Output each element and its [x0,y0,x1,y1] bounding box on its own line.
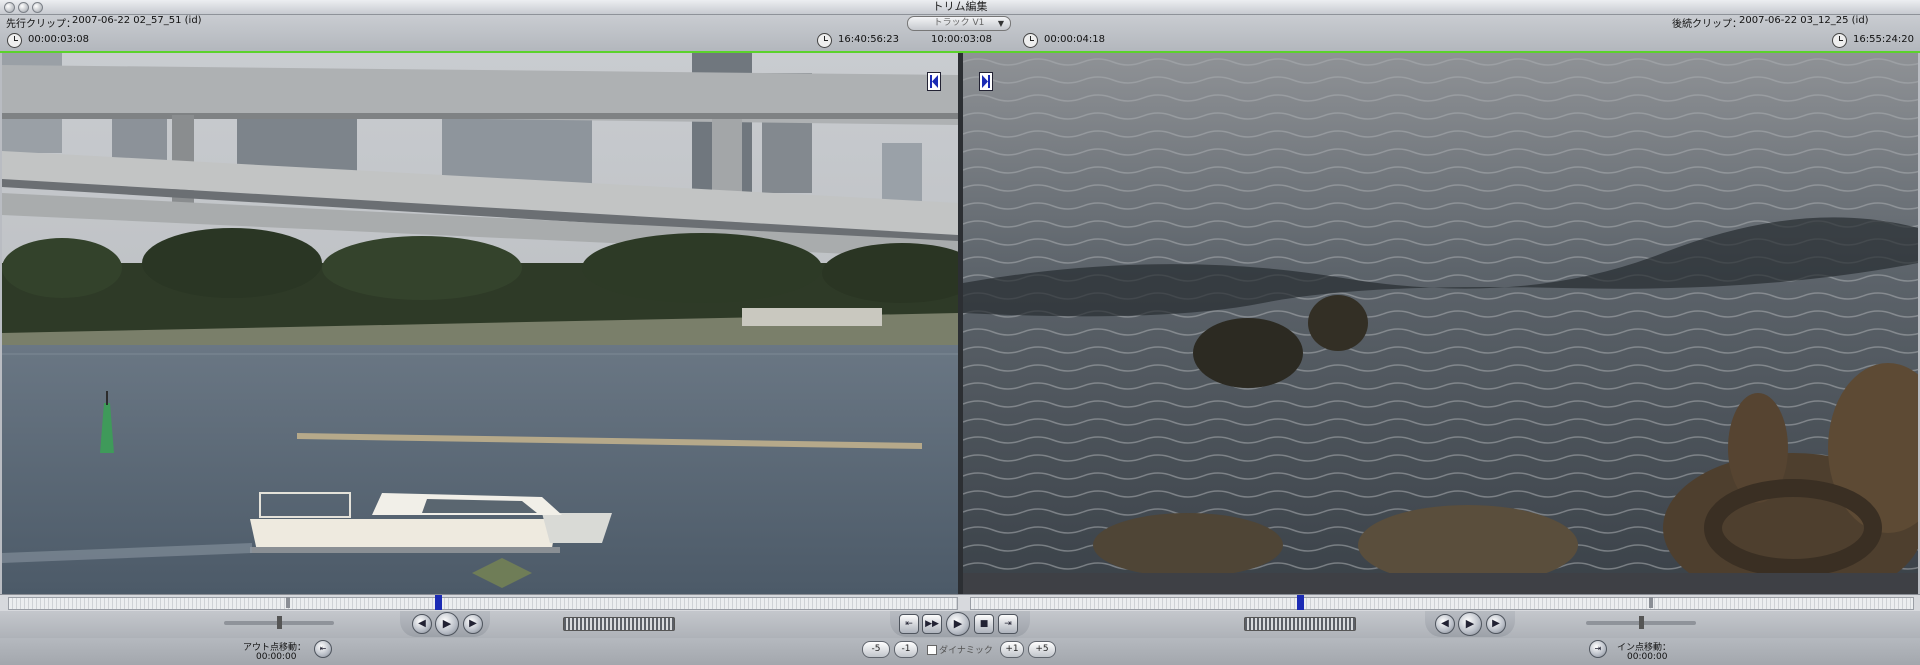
outgoing-duration: 00:00:03:08 [28,34,90,45]
sequence-timecode: 10:00:03:08 [931,34,993,45]
outgoing-scrubber[interactable] [8,597,958,610]
duration-clock-icon [7,33,22,48]
in-point-shift-value: 00:00:00 [1627,652,1668,662]
timecode-clock-icon [817,33,832,48]
play-around-edit-loop-button[interactable]: ▶ [946,612,970,636]
chevron-down-icon: ▼ [997,19,1004,28]
incoming-play-button[interactable]: ▶ [1458,612,1482,636]
out-point-shift-value: 00:00:00 [256,652,297,662]
outgoing-shuttle-slider[interactable] [224,616,334,629]
incoming-jog-wheel[interactable] [1244,617,1356,631]
outgoing-clip-label: 先行クリップ： [6,19,76,30]
incoming-shuttle-slider[interactable] [1586,616,1696,629]
incoming-previous-frame-button[interactable]: ◀ [1435,614,1455,634]
incoming-out-handle[interactable] [1649,597,1653,608]
window-title: トリム編集 [932,0,988,13]
outgoing-in-handle[interactable] [286,597,290,608]
mark-in-button[interactable]: ⇥ [1589,640,1607,658]
shuttle-knob[interactable] [1639,616,1644,629]
dynamic-label: ダイナミック [939,646,993,656]
duration-clock-icon [1023,33,1038,48]
trim-footer: アウト点移動： 00:00:00 ⇤ -5 -1 ダイナミック +1 +5 ⇥ … [0,638,1920,665]
in-point-marker-icon [979,72,993,91]
scrubber-bar [0,594,1920,612]
track-select[interactable]: トラック V1 ▼ [907,16,1011,31]
stop-button[interactable]: ■ [974,614,994,634]
incoming-clip-name: 2007-06-22 03_12_25 (id) [1739,15,1869,26]
trim-plus5-button[interactable]: +5 [1028,641,1056,658]
incoming-clip-viewer [963,53,1918,594]
go-to-previous-edit-button[interactable]: ⇤ [899,614,919,634]
trim-minus1-button[interactable]: -1 [894,641,918,658]
timecode-clock-icon [1832,33,1847,48]
title-bar: トリム編集 [0,0,1920,15]
incoming-frame-image [963,53,1918,594]
transport-controls: ◀ ▶ ▶ ⇤ ▶▶ ▶ ■ ⇥ ◀ ▶ ▶ [0,611,1920,638]
outgoing-clip-viewer [2,53,958,594]
outgoing-clip-name: 2007-06-22 02_57_51 (id) [72,15,202,26]
outgoing-play-button[interactable]: ▶ [435,612,459,636]
incoming-scrubber[interactable] [970,597,1914,610]
outgoing-previous-frame-button[interactable]: ◀ [412,614,432,634]
play-in-to-out-button[interactable]: ▶▶ [922,614,942,634]
outgoing-jog-wheel[interactable] [563,617,675,631]
go-to-next-edit-button[interactable]: ⇥ [998,614,1018,634]
outgoing-next-frame-button[interactable]: ▶ [463,614,483,634]
mark-out-button[interactable]: ⇤ [314,640,332,658]
incoming-duration: 00:00:04:18 [1044,34,1106,45]
incoming-clip-label: 後続クリップ： [1672,19,1742,30]
trim-minus5-button[interactable]: -5 [862,641,890,658]
trim-header: 先行クリップ： 2007-06-22 02_57_51 (id) 00:00:0… [0,15,1920,51]
incoming-playhead[interactable] [1297,595,1304,610]
outgoing-frame-image [2,53,958,594]
incoming-current-timecode: 16:55:24:20 [1853,34,1915,45]
shuttle-knob[interactable] [277,616,282,629]
incoming-next-frame-button[interactable]: ▶ [1486,614,1506,634]
outgoing-playhead[interactable] [435,595,442,610]
dynamic-checkbox[interactable] [927,645,937,655]
out-point-marker-icon [927,72,941,91]
trim-plus1-button[interactable]: +1 [1000,641,1024,658]
track-select-value: トラック V1 [933,18,985,28]
outgoing-current-timecode: 16:40:56:23 [838,34,900,45]
